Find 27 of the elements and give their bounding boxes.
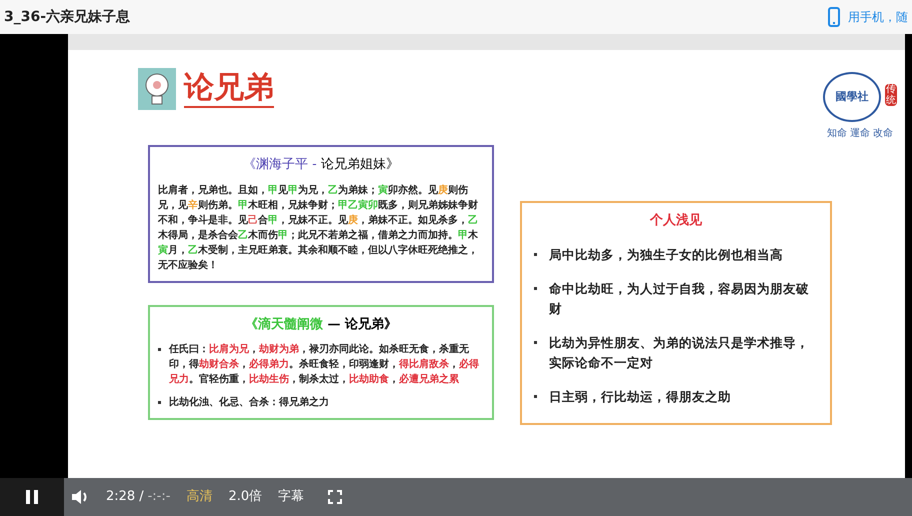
quote-title: 《渊海子平 - 论兄弟姐妹》 xyxy=(242,156,400,174)
opinion-bullet: 比劫为异性朋友、为弟的说法只是学术推导，实际论命不一定对 xyxy=(549,334,810,372)
slide-heading: 论兄弟 xyxy=(184,70,274,108)
duration: -:-:- xyxy=(148,488,170,506)
opinion-bullet: 局中比劫多，为独生子女的比例也相当高 xyxy=(549,246,783,264)
opinion-bullet: 命中比劫旺，为人过于自我，容易因为朋友破财 xyxy=(549,280,810,318)
quality-button[interactable]: 高清 xyxy=(186,487,212,507)
commentary-bullet: 任氏曰：比肩为兄，劫财为弟，禄刃亦同此论。如杀旺无食，杀重无印，得劫财合杀，必得弟力。杀旺食轻，印弱逢财，得比肩敌杀，必得兄力。官轻伤重，比劫生伤，制杀太过，比劫助食，必遭兄弟之累 xyxy=(169,342,480,387)
quote-paragraph: 比肩者，兄弟也。且如，甲见甲为兄，乙为弟妹；寅卯亦然。见庚则伤兄，见辛则伤弟。甲木旺相，兄妹争财；甲乙寅卯既多，则兄弟姊妹争财不和，争斗是非。见己合甲，兄妹不正。见庚，弟妹不正。如见杀多，乙 木得局，是杀合会乙木而伤甲；此兄不若弟之福，借弟之力而加持。甲木 寅月，乙木受制，主兄旺弟衰。其余和顺不睦，但以八字休旺死绝推之，无不应验矣！ xyxy=(158,183,479,272)
logo-name: 國學社 xyxy=(836,88,868,105)
page-title: 3_36-六亲兄妹子息 xyxy=(4,8,130,26)
current-time: 2:28 xyxy=(106,488,136,506)
lightbulb-icon xyxy=(138,68,176,110)
subtitles-button[interactable]: 字幕 xyxy=(278,487,304,507)
commentary-bullet: 比劫化浊、化忌、合杀：得兄弟之力 xyxy=(169,395,329,410)
fullscreen-icon[interactable] xyxy=(328,490,342,504)
mobile-link[interactable]: 用手机，随 xyxy=(848,8,908,26)
pause-icon xyxy=(26,490,38,504)
opinion-bullet: 日主弱，行比劫运，得朋友之助 xyxy=(549,388,731,406)
phone-icon xyxy=(828,7,840,27)
pause-button[interactable] xyxy=(0,478,64,516)
logo-motto: 知命 運命 改命 xyxy=(826,127,894,141)
seal-stamp: 传统 xyxy=(885,84,897,106)
opinion-title: 个人浅见 xyxy=(649,212,703,230)
commentary-title: 《滴天髓阐微 — 论兄弟》 xyxy=(244,316,398,334)
speed-button[interactable]: 2.0倍 xyxy=(228,487,262,507)
time-separator: / xyxy=(139,488,144,506)
